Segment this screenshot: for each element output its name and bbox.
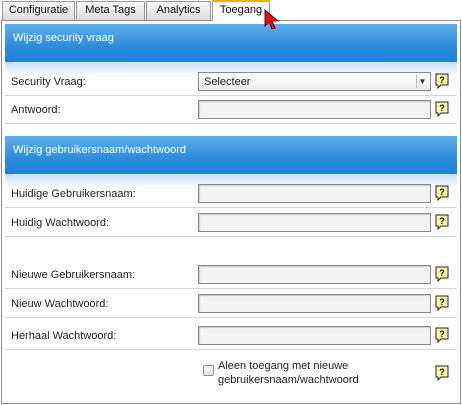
chevron-down-icon: ▼	[416, 75, 428, 88]
repeat-password-row: Herhaal Wachtwoord: ?	[5, 323, 457, 350]
svg-text:?: ?	[439, 187, 445, 197]
new-credentials-only-label[interactable]: Aleen toegang met nieuwe gebruikersnaam/…	[218, 359, 418, 387]
svg-text:?: ?	[439, 75, 445, 85]
security-question-row: Security Vraag: Selecteer ▼ ?	[5, 69, 457, 96]
answer-row: Antwoord: ?	[5, 97, 457, 124]
repeat-password-input[interactable]	[198, 326, 431, 345]
help-icon[interactable]: ?	[435, 73, 449, 89]
mouse-pointer-icon	[264, 9, 280, 30]
new-username-input[interactable]	[198, 265, 431, 284]
help-icon[interactable]: ?	[435, 101, 449, 117]
answer-label: Antwoord:	[11, 104, 61, 116]
current-password-row: Huidig Wachtwoord: ?	[5, 210, 457, 237]
section-header-credentials: Wijzig gebruikersnaam/wachtwoord	[5, 136, 457, 174]
answer-input[interactable]	[198, 100, 431, 119]
settings-panel: Wijzig security vraag Security Vraag: Se…	[1, 20, 461, 404]
new-username-row: Nieuwe Gebruikersnaam: ?	[5, 262, 457, 289]
current-password-label: Huidig Wachtwoord:	[11, 217, 110, 229]
security-question-select[interactable]: Selecteer ▼	[198, 72, 431, 91]
svg-text:?: ?	[439, 329, 445, 339]
section-header-security: Wijzig security vraag	[5, 24, 457, 62]
tab-analytics[interactable]: Analytics	[146, 1, 211, 20]
svg-text:?: ?	[439, 268, 445, 278]
help-icon[interactable]: ?	[435, 327, 449, 343]
help-icon[interactable]: ?	[435, 365, 449, 381]
new-password-input[interactable]	[198, 294, 431, 313]
help-icon[interactable]: ?	[435, 295, 449, 311]
section-title: Wijzig security vraag	[13, 32, 114, 44]
current-username-row: Huidige Gebruikersnaam: ?	[5, 181, 457, 208]
svg-text:?: ?	[439, 367, 445, 377]
current-username-label: Huidige Gebruikersnaam:	[11, 188, 136, 200]
new-username-label: Nieuwe Gebruikersnaam:	[11, 269, 136, 281]
tab-meta-tags[interactable]: Meta Tags	[76, 1, 145, 20]
new-credentials-only-row: Aleen toegang met nieuwe gebruikersnaam/…	[5, 356, 457, 391]
tab-bar: Configuratie Meta Tags Analytics Toegang	[0, 0, 462, 21]
new-credentials-only-checkbox[interactable]	[203, 365, 214, 376]
svg-text:?: ?	[439, 216, 445, 226]
help-icon[interactable]: ?	[435, 214, 449, 230]
tab-toegang[interactable]: Toegang	[212, 0, 270, 21]
current-username-input[interactable]	[198, 184, 431, 203]
svg-text:?: ?	[439, 103, 445, 113]
select-value: Selecteer	[204, 76, 251, 88]
security-question-label: Security Vraag:	[11, 76, 86, 88]
help-icon[interactable]: ?	[435, 185, 449, 201]
new-password-label: Nieuw Wachtwoord:	[11, 298, 109, 310]
help-icon[interactable]: ?	[435, 266, 449, 282]
new-password-row: Nieuw Wachtwoord: ?	[5, 291, 457, 318]
section-title: Wijzig gebruikersnaam/wachtwoord	[13, 144, 187, 156]
tab-configuratie[interactable]: Configuratie	[2, 1, 75, 20]
svg-text:?: ?	[439, 297, 445, 307]
current-password-input[interactable]	[198, 213, 431, 232]
repeat-password-label: Herhaal Wachtwoord:	[11, 330, 117, 342]
